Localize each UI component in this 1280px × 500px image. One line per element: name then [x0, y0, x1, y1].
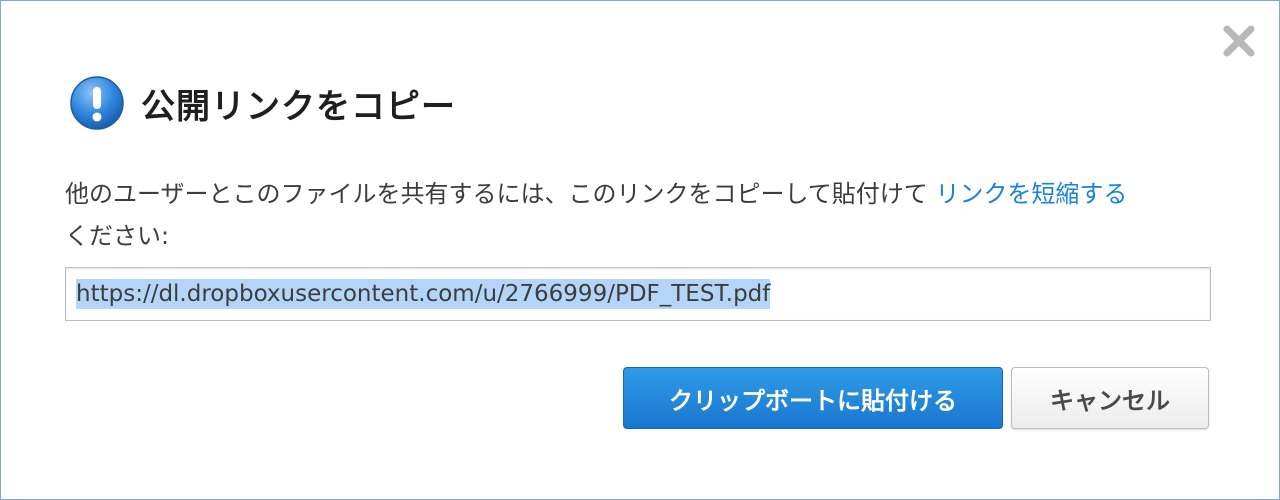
- shorten-link[interactable]: リンクを短縮する: [935, 180, 1127, 208]
- cancel-button[interactable]: キャンセル: [1011, 367, 1209, 429]
- close-icon[interactable]: [1219, 21, 1259, 61]
- message-text: 他のユーザーとこのファイルを共有するには、このリンクをコピーして貼付けて: [65, 180, 936, 208]
- copy-link-dialog: 公開リンクをコピー 他のユーザーとこのファイルを共有するには、このリンクをコピー…: [0, 0, 1280, 500]
- message-text-end: ください:: [65, 222, 170, 250]
- url-input[interactable]: https://dl.dropboxusercontent.com/u/2766…: [65, 267, 1211, 321]
- copy-to-clipboard-button[interactable]: クリップボートに貼付ける: [623, 367, 1003, 429]
- url-value: https://dl.dropboxusercontent.com/u/2766…: [76, 279, 771, 309]
- info-exclamation-icon: [69, 75, 125, 131]
- dialog-header: 公開リンクをコピー: [69, 75, 456, 131]
- dialog-message: 他のユーザーとこのファイルを共有するには、このリンクをコピーして貼付けて リンク…: [65, 173, 1225, 257]
- dialog-title: 公開リンクをコピー: [141, 86, 456, 127]
